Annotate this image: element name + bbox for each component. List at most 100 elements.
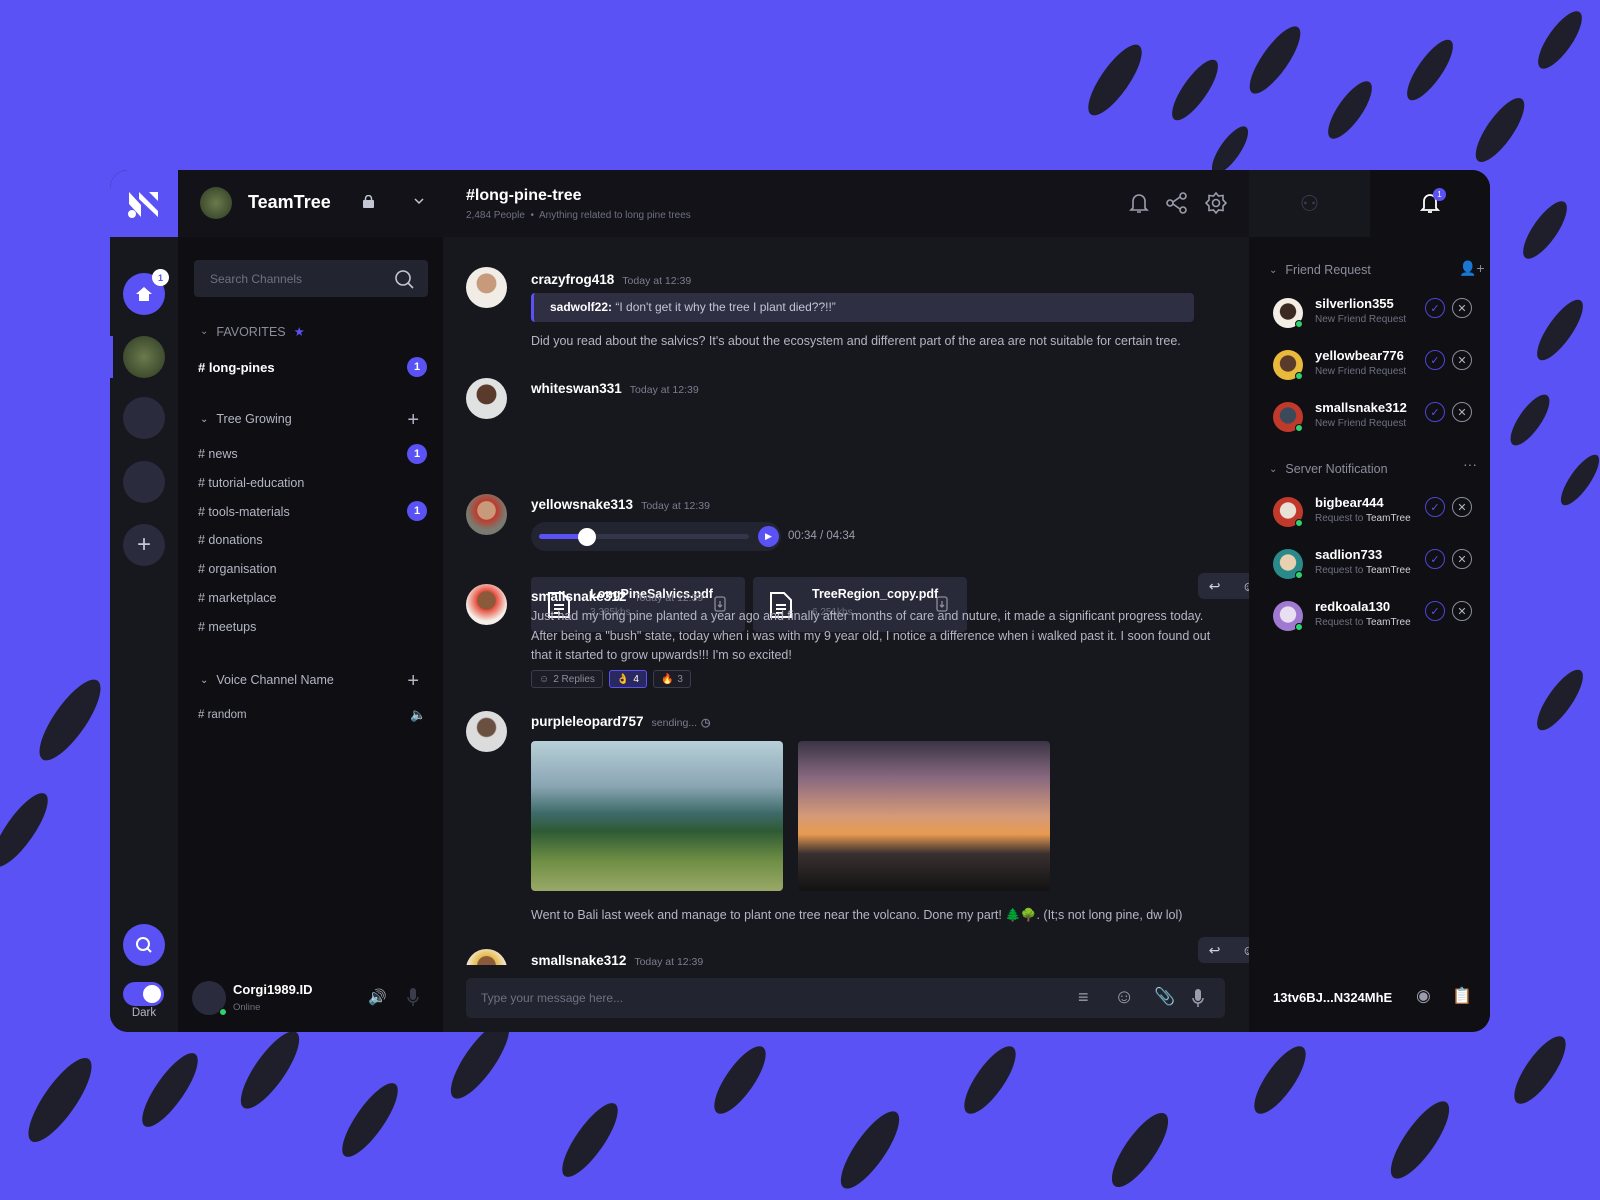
- message-author[interactable]: whiteswan331 Today at 12:39: [531, 381, 699, 396]
- share-icon[interactable]: [1166, 192, 1188, 214]
- reply-icon[interactable]: ↩: [1209, 942, 1221, 959]
- decline-button[interactable]: ✕: [1452, 350, 1472, 370]
- format-icon[interactable]: ≡: [1078, 987, 1089, 1008]
- accept-button[interactable]: ✓: [1425, 549, 1445, 569]
- quote-text: “I don't get it why the tree I plant die…: [615, 300, 836, 314]
- reaction-ok[interactable]: 👌 4: [608, 670, 647, 688]
- server-teamtree[interactable]: [123, 336, 165, 378]
- requester-name: silverlion355: [1315, 296, 1394, 311]
- image-mountain-hiker[interactable]: [531, 741, 783, 891]
- tree-growing-header[interactable]: ⌄ Tree Growing: [200, 412, 292, 426]
- more-icon[interactable]: ···: [1463, 456, 1477, 472]
- server-header[interactable]: TeamTree: [178, 170, 443, 237]
- server-placeholder[interactable]: [123, 397, 165, 439]
- play-button[interactable]: ▶: [758, 526, 779, 547]
- settings-gear-icon[interactable]: [1205, 192, 1227, 214]
- server-request-item: redkoala130 Request to TeamTree ✓ ✕: [1273, 599, 1483, 641]
- decline-button[interactable]: ✕: [1452, 402, 1472, 422]
- clipboard-icon[interactable]: 📋: [1452, 986, 1472, 1006]
- accept-button[interactable]: ✓: [1425, 350, 1445, 370]
- search-placeholder: Search Channels: [210, 272, 303, 286]
- logo-icon: [128, 191, 158, 218]
- close-icon: ✕: [1457, 406, 1467, 419]
- attachment-icon[interactable]: 📎: [1154, 987, 1175, 1007]
- user-avatar[interactable]: [192, 981, 227, 1016]
- home-button[interactable]: 1: [123, 269, 169, 315]
- emoji-icon[interactable]: ☺: [1114, 986, 1134, 1009]
- message-author[interactable]: smallsnake312 Today at 12:39: [531, 953, 703, 968]
- channel-item[interactable]: # marketplace: [198, 591, 277, 605]
- voice-channel-header[interactable]: ⌄ Voice Channel Name: [200, 673, 334, 687]
- notification-badge: 1: [1433, 188, 1446, 201]
- members-tab[interactable]: ⚇: [1249, 170, 1370, 237]
- decline-button[interactable]: ✕: [1452, 298, 1472, 318]
- accept-button[interactable]: ✓: [1425, 601, 1445, 621]
- channel-item[interactable]: # news: [198, 447, 238, 461]
- right-panel: ⚇ 1 ⌄ Friend Request 👤+ ⌄ Server Notificat…: [1249, 170, 1490, 1032]
- speaker-icon: 🔈: [410, 707, 427, 722]
- chevron-down-icon[interactable]: [414, 198, 424, 205]
- message-input[interactable]: Type your message here... ≡ ☺ 📎: [466, 978, 1225, 1018]
- theme-label: Dark: [131, 1007, 157, 1019]
- channel-long-pines[interactable]: # long-pines: [198, 360, 275, 375]
- file-name: TreeRegion_copy.pdf: [812, 587, 939, 601]
- avatar[interactable]: [466, 378, 507, 419]
- microphone-icon[interactable]: [1192, 989, 1204, 1007]
- accept-button[interactable]: ✓: [1425, 497, 1445, 517]
- favorites-header[interactable]: ⌄ FAVORITES ★: [200, 324, 305, 340]
- message-author[interactable]: purpleleopard757 sending... ◷: [531, 714, 710, 729]
- channel-item[interactable]: # organisation: [198, 562, 277, 576]
- channel-item[interactable]: # tutorial-education: [198, 476, 304, 490]
- audio-scrubber[interactable]: [578, 528, 597, 546]
- avatar[interactable]: [466, 494, 507, 535]
- home-badge: 1: [152, 269, 169, 286]
- add-friend-icon[interactable]: 👤+: [1459, 260, 1485, 277]
- play-icon: ▶: [765, 531, 772, 541]
- speaker-icon[interactable]: 🔊: [368, 988, 387, 1006]
- channel-item[interactable]: # donations: [198, 533, 263, 547]
- image-sunset[interactable]: [798, 741, 1050, 891]
- section-label: Tree Growing: [216, 412, 292, 426]
- add-channel-icon[interactable]: +: [407, 410, 419, 430]
- replies-button[interactable]: ☺ 2 Replies: [531, 670, 603, 688]
- decline-button[interactable]: ✕: [1452, 601, 1472, 621]
- global-search-button[interactable]: [123, 924, 165, 966]
- add-voice-channel-icon[interactable]: +: [407, 671, 419, 691]
- decline-button[interactable]: ✕: [1452, 497, 1472, 517]
- message-author[interactable]: crazyfrog418 Today at 12:39: [531, 272, 691, 287]
- server-notification-header[interactable]: ⌄ Server Notification: [1269, 462, 1388, 476]
- avatar[interactable]: [466, 711, 507, 752]
- server-placeholder[interactable]: [123, 461, 165, 503]
- voice-channel-random[interactable]: # random: [198, 709, 247, 721]
- message-time: Today at 12:39: [634, 956, 704, 968]
- add-server-button[interactable]: +: [123, 524, 165, 566]
- reply-icon[interactable]: ↩: [1209, 578, 1221, 595]
- bell-icon[interactable]: [1129, 192, 1149, 214]
- channel-item[interactable]: # meetups: [198, 620, 256, 634]
- avatar[interactable]: [466, 584, 507, 625]
- friend-request-item: silverlion355 New Friend Request ✓ ✕: [1273, 296, 1483, 338]
- message-author[interactable]: yellowsnake313 Today at 12:39: [531, 497, 710, 512]
- channel-item[interactable]: # tools-materials: [198, 505, 290, 519]
- eye-icon[interactable]: ◉: [1416, 986, 1431, 1006]
- app-logo[interactable]: [110, 170, 178, 237]
- theme-toggle[interactable]: [123, 982, 164, 1006]
- notifications-tab[interactable]: 1: [1370, 170, 1490, 237]
- decline-button[interactable]: ✕: [1452, 549, 1472, 569]
- microphone-icon[interactable]: [407, 988, 419, 1006]
- online-indicator: [1295, 424, 1303, 432]
- accept-button[interactable]: ✓: [1425, 298, 1445, 318]
- server-request-item: bigbear444 Request to TeamTree ✓ ✕: [1273, 495, 1483, 537]
- search-icon[interactable]: [394, 269, 414, 289]
- reaction-fire[interactable]: 🔥 3: [652, 670, 691, 688]
- channel-subtitle: 2,484 People • Anything related to long …: [466, 210, 691, 221]
- channel-search-input[interactable]: Search Channels: [194, 260, 428, 297]
- friend-request-header[interactable]: ⌄ Friend Request: [1269, 263, 1371, 277]
- avatar[interactable]: [466, 949, 507, 965]
- section-label: Voice Channel Name: [216, 673, 334, 687]
- message-author[interactable]: smallsnake312 Today at 12:39: [531, 589, 703, 604]
- message-text: Went to Bali last week and manage to pla…: [531, 908, 1183, 922]
- audio-progress-track[interactable]: [539, 534, 749, 539]
- accept-button[interactable]: ✓: [1425, 402, 1445, 422]
- avatar[interactable]: [466, 267, 507, 308]
